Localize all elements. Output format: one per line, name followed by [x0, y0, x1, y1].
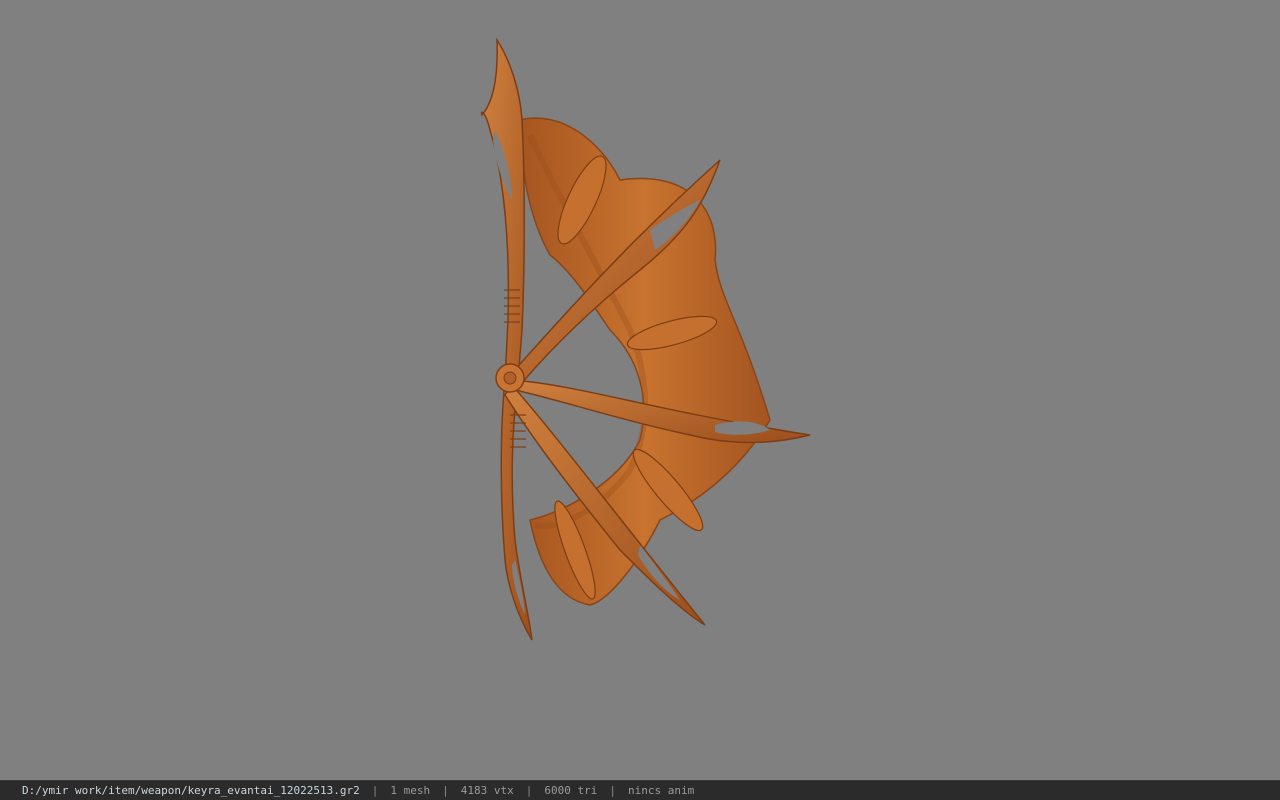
status-bar: D:/ymir work/item/weapon/keyra_evantai_1… — [0, 780, 1280, 800]
separator: | — [442, 784, 449, 797]
separator: | — [371, 784, 379, 797]
separator: | — [525, 784, 533, 797]
fan-weapon-model[interactable] — [0, 0, 1280, 780]
animation-status-label: nincs anim — [627, 784, 695, 797]
separator: | — [609, 784, 616, 797]
vertex-count-label: 4183 vtx — [460, 784, 514, 797]
3d-viewport[interactable] — [0, 0, 1280, 780]
file-path-label: D:/ymir work/item/weapon/keyra_evantai_1… — [22, 784, 360, 797]
mesh-count-label: 1 mesh — [390, 784, 431, 797]
triangle-count-label: 6000 tri — [544, 784, 598, 797]
